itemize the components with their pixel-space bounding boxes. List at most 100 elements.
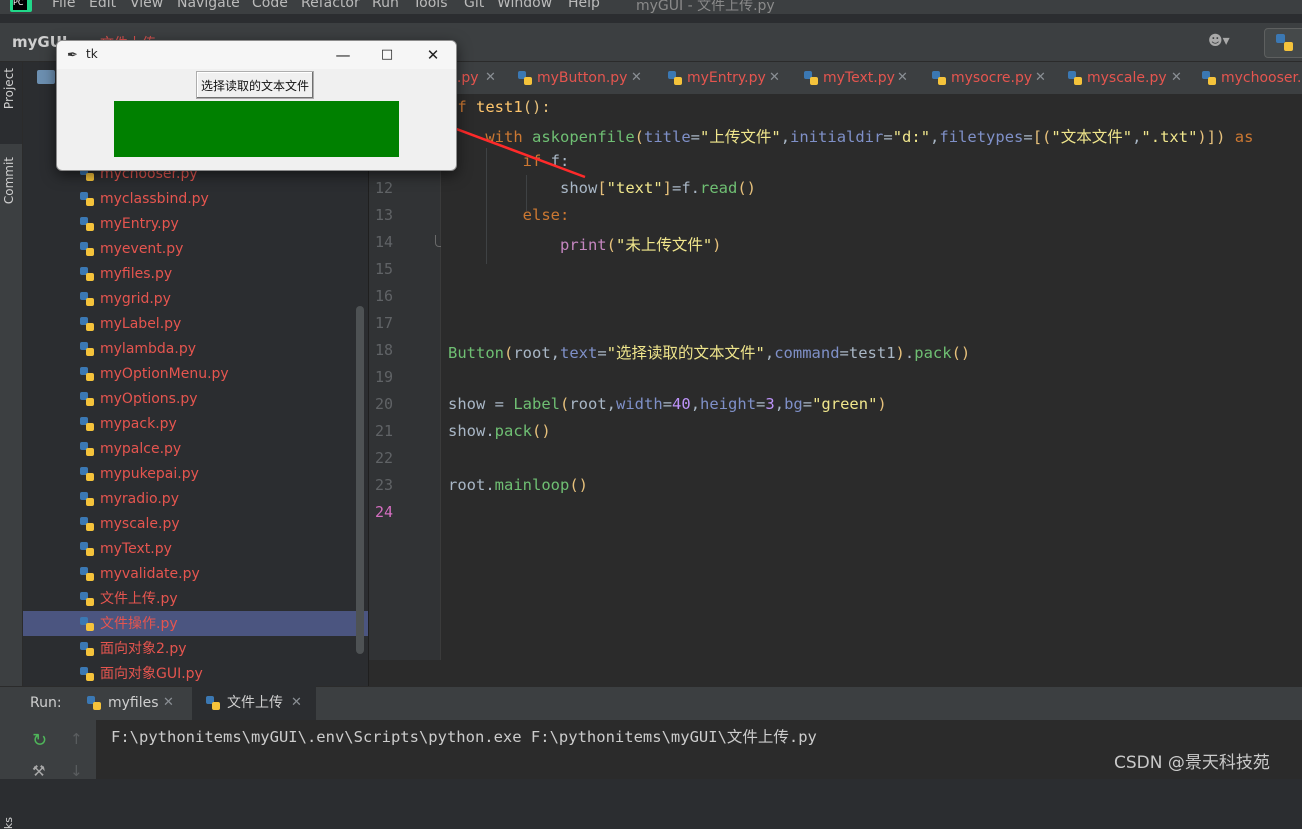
line-number: 17 xyxy=(374,314,393,332)
close-icon[interactable]: ✕ xyxy=(1035,62,1046,94)
select-text-file-button[interactable]: 选择读取的文本文件 xyxy=(196,71,314,99)
pycharm-logo-icon: PC xyxy=(10,0,32,12)
str-filetype-name: "文本文件" xyxy=(1051,128,1133,146)
tab-label: myText.py xyxy=(823,70,895,86)
param-height: height xyxy=(700,395,757,413)
python-file-icon xyxy=(87,696,101,710)
menu-edit[interactable]: Edit xyxy=(89,0,116,11)
python-file-icon xyxy=(80,367,94,381)
project-file-label: 文件上传.py xyxy=(100,591,178,607)
param-filetypes: filetypes xyxy=(939,128,1024,146)
project-tool-tab[interactable]: Project xyxy=(2,68,16,109)
python-file-icon xyxy=(80,267,94,281)
menu-run[interactable]: Run xyxy=(372,0,399,11)
rerun-icon[interactable]: ↻ xyxy=(32,730,47,751)
project-file-label: myEntry.py xyxy=(100,216,179,232)
project-file-label: mylambda.py xyxy=(100,341,197,357)
assign: =f. xyxy=(672,179,700,197)
arg-root: root, xyxy=(569,395,617,413)
menu-tools[interactable]: Tools xyxy=(413,0,448,11)
tk-window: ✒ tk — □ ✕ 选择读取的文本文件 xyxy=(56,40,457,171)
tool-window-strip: Project Commit ks xyxy=(0,62,23,829)
cls-label: Label xyxy=(513,395,560,413)
line-number: 22 xyxy=(374,449,393,467)
project-file-label: myvalidate.py xyxy=(100,566,200,582)
kw-as: as xyxy=(1234,128,1254,146)
menu-help[interactable]: Help xyxy=(568,0,600,11)
python-file-icon xyxy=(80,542,94,556)
python-file-icon xyxy=(932,71,946,85)
tk-window-title: tk xyxy=(86,47,98,61)
project-file-label: mygrid.py xyxy=(100,291,171,307)
project-file-label: mypalce.py xyxy=(100,441,182,457)
kw-else: else: xyxy=(522,206,570,224)
menu-bar: PC File Edit View Navigate Code Refactor… xyxy=(0,0,1302,14)
menu-code[interactable]: Code xyxy=(252,0,288,11)
code-line-20: show = Label(root,width=40,height=3,bg="… xyxy=(448,395,887,413)
code-line-14: else: xyxy=(448,206,570,224)
close-icon[interactable]: ✕ xyxy=(163,686,174,720)
feather-icon: ✒ xyxy=(67,48,78,63)
line-number: 18 xyxy=(374,341,393,359)
close-icon[interactable]: ✕ xyxy=(769,62,780,94)
menu-file[interactable]: File xyxy=(52,0,75,11)
tab-label: myEntry.py xyxy=(687,70,766,86)
menu-view[interactable]: View xyxy=(130,0,163,11)
str-not-uploaded: "未上传文件" xyxy=(616,236,713,254)
minimize-icon[interactable]: — xyxy=(323,43,363,67)
python-file-icon xyxy=(80,617,94,631)
watermark: CSDN @景天科技苑 xyxy=(1114,753,1270,773)
tk-titlebar[interactable]: ✒ tk — □ ✕ xyxy=(57,41,456,69)
python-file-icon xyxy=(80,567,94,581)
run-tab-label: 文件上传 xyxy=(227,695,283,711)
python-file-icon xyxy=(80,467,94,481)
close-icon[interactable]: ✕ xyxy=(631,62,642,94)
param-command: command xyxy=(774,344,840,362)
editor-bottom-area xyxy=(369,660,1302,686)
fn-read: read xyxy=(700,179,738,197)
python-file-icon xyxy=(80,192,94,206)
str-text-key: "text" xyxy=(606,179,663,197)
python-file-icon xyxy=(1068,71,1082,85)
num-width: 40 xyxy=(672,395,691,413)
menu-refactor[interactable]: Refactor xyxy=(301,0,360,11)
param-bg: bg xyxy=(784,395,803,413)
menu-git[interactable]: Git xyxy=(464,0,484,11)
arrow-down-icon[interactable]: ↓ xyxy=(70,762,83,780)
close-icon[interactable]: ✕ xyxy=(897,62,908,94)
project-file-label: 文件操作.py xyxy=(100,616,178,632)
project-file-label: myradio.py xyxy=(100,491,179,507)
project-scrollbar[interactable] xyxy=(356,306,364,654)
python-file-icon xyxy=(1276,34,1293,51)
line-number: 15 xyxy=(374,260,393,278)
project-file-label: mypack.py xyxy=(100,416,177,432)
maximize-icon[interactable]: □ xyxy=(367,43,407,67)
panel-toggle-icon[interactable] xyxy=(37,70,55,84)
bookmarks-tool-tab[interactable]: ks xyxy=(2,817,15,829)
wrench-icon[interactable]: ⚒ xyxy=(32,762,45,780)
str-button-text: "选择读取的文本文件" xyxy=(606,344,765,362)
python-file-icon xyxy=(80,592,94,606)
project-file-label: myscale.py xyxy=(100,516,180,532)
window-title: myGUI - 文件上传.py xyxy=(636,0,775,14)
menu-navigate[interactable]: Navigate xyxy=(177,0,240,11)
project-file-label: myOptionMenu.py xyxy=(100,366,229,382)
param-initialdir: initialdir xyxy=(790,128,884,146)
run-config-button[interactable] xyxy=(1264,28,1302,58)
python-file-icon xyxy=(80,392,94,406)
project-file-label: 面向对象GUI.py xyxy=(100,666,203,682)
param-width: width xyxy=(616,395,663,413)
python-file-icon xyxy=(80,517,94,531)
close-icon[interactable]: ✕ xyxy=(1171,62,1182,94)
line-number: 19 xyxy=(374,368,393,386)
close-icon[interactable]: ✕ xyxy=(291,686,302,720)
line-number: 21 xyxy=(374,422,393,440)
project-file-label: mypukepai.py xyxy=(100,466,199,482)
close-icon[interactable]: ✕ xyxy=(413,43,453,67)
run-side-toolbar: ↻ ↑ ⚒ ↓ xyxy=(22,720,96,780)
menu-window[interactable]: Window xyxy=(497,0,552,11)
commit-tool-tab[interactable]: Commit xyxy=(2,157,16,204)
arrow-up-icon[interactable]: ↑ xyxy=(70,730,83,748)
python-file-icon xyxy=(80,442,94,456)
user-icon[interactable]: ☻▾ xyxy=(1208,33,1238,51)
